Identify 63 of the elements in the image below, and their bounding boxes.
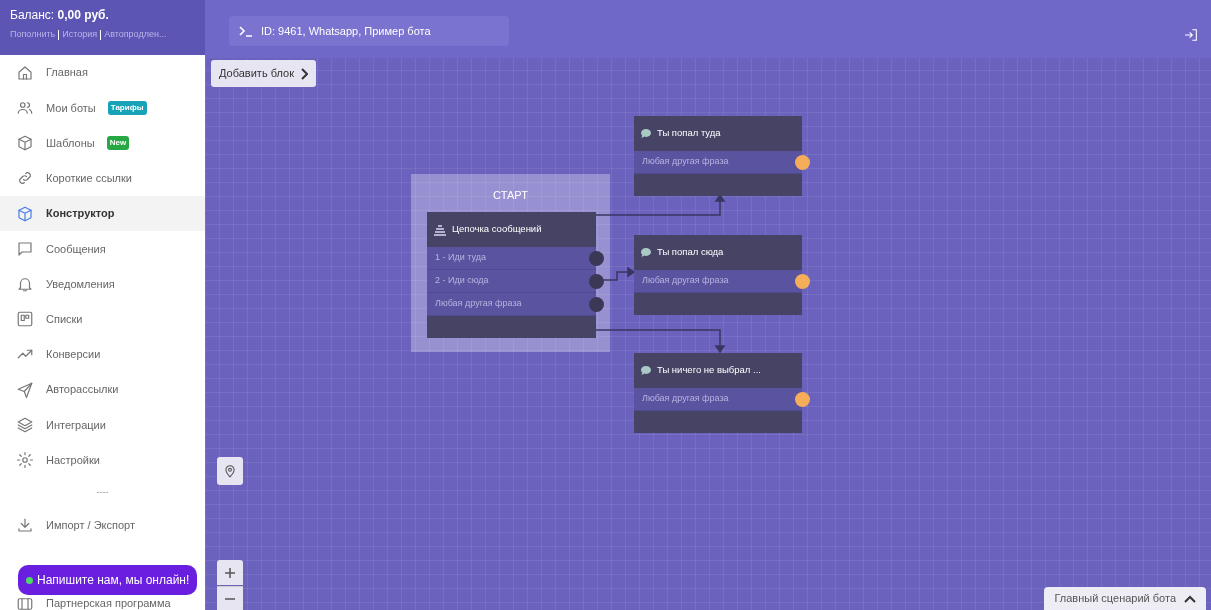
sidebar-item[interactable]: Мои боты Тарифы — [0, 90, 205, 126]
map-pin-icon — [223, 462, 237, 480]
account-link[interactable]: История — [62, 29, 98, 39]
sidebar-badge: Тарифы — [107, 100, 147, 115]
account-link[interactable]: Пополнить — [10, 29, 56, 39]
sidebar-badge: New — [106, 136, 130, 151]
sidebar-item[interactable]: Партнерская программа — [0, 595, 205, 610]
chat-widget-button[interactable]: Напишите нам, мы онлайн! — [18, 565, 198, 595]
chat-icon — [16, 239, 34, 258]
zoom-out-button[interactable] — [217, 586, 243, 610]
sidebar-item[interactable]: Уведомления — [0, 266, 205, 302]
node-option: Любая другая фраза — [642, 274, 729, 288]
locate-button[interactable] — [217, 457, 243, 485]
cube-icon — [16, 204, 34, 223]
plus-icon — [224, 566, 236, 579]
node-option: Любая другая фраза — [642, 155, 729, 169]
output-port[interactable] — [589, 274, 604, 289]
sidebar-item[interactable]: Шаблоны New — [0, 125, 205, 161]
sidebar-item[interactable]: Главная — [0, 55, 205, 91]
node-title: Ты попал туда — [657, 126, 721, 141]
node-title: Цепочка сообщений — [452, 222, 542, 237]
cube-icon — [16, 134, 34, 153]
account-link[interactable]: Автопродлен... — [104, 29, 167, 39]
stack-icon — [433, 223, 447, 236]
output-port[interactable] — [795, 155, 810, 170]
sidebar-item[interactable]: Авторассылки — [0, 372, 205, 408]
board-icon — [16, 310, 34, 329]
add-block-button[interactable]: Добавить блок — [211, 60, 316, 87]
node-option: Любая другая фраза — [642, 392, 729, 406]
sidebar-item[interactable]: Конструктор — [0, 195, 205, 232]
node-title: Ты попал сюда — [657, 245, 724, 260]
speech-bubble-icon — [640, 365, 652, 376]
node-title: Ты ничего не выбрал ... — [657, 363, 761, 378]
sidebar-item[interactable]: Сообщения — [0, 231, 205, 267]
logout-icon[interactable] — [1183, 27, 1199, 43]
node-option: 2 - Иди сюда — [435, 274, 489, 288]
sidebar-item[interactable]: Импорт / Экспорт — [0, 507, 205, 543]
speech-bubble-icon — [640, 128, 652, 139]
output-port[interactable] — [589, 251, 604, 266]
start-group-title: СТАРТ — [492, 188, 529, 203]
output-port[interactable] — [795, 274, 810, 289]
zoom-in-button[interactable] — [217, 560, 243, 585]
node-option: Любая другая фраза — [435, 297, 522, 311]
chevron-up-icon — [1184, 594, 1196, 603]
card-icon — [16, 595, 34, 610]
layers-icon — [16, 415, 34, 434]
balance-text: Баланс: 0,00 руб. — [10, 7, 110, 24]
sidebar-item[interactable]: Короткие ссылки — [0, 160, 205, 196]
output-port[interactable] — [589, 297, 604, 312]
terminal-icon — [239, 25, 253, 37]
chevron-icon — [299, 67, 308, 80]
sidebar-item[interactable]: Интеграции — [0, 407, 205, 443]
send-icon — [16, 380, 34, 399]
output-port[interactable] — [795, 392, 810, 407]
speech-bubble-icon — [640, 247, 652, 258]
sidebar-item[interactable]: Настройки — [0, 442, 205, 478]
node-option: 1 - Иди туда — [435, 251, 486, 265]
sidebar-item[interactable]: Списки — [0, 301, 205, 337]
connector-arrow — [603, 266, 636, 281]
sidebar-item[interactable]: Конверсии — [0, 336, 205, 372]
sidebar-divider: ---- — [95, 485, 110, 499]
scenario-tab[interactable]: Главный сценарий бота — [1044, 587, 1206, 610]
bot-title-bar: ID: 9461, Whatsapp, Пример бота — [229, 16, 509, 46]
